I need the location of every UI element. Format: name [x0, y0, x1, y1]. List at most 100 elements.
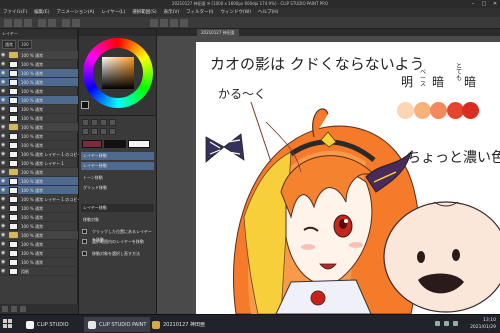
transform-icon[interactable] — [150, 19, 158, 27]
eye-icon[interactable]: ◉ — [1, 80, 7, 85]
tool-property-row[interactable]: クリックした位置にあるレイヤーを移動 — [81, 228, 154, 242]
fill-icon[interactable] — [72, 19, 80, 27]
eye-icon[interactable]: ◉ — [1, 134, 7, 139]
taskbar-app[interactable]: 20210127 神田亜 — [148, 317, 209, 332]
eye-icon[interactable]: ◉ — [1, 89, 7, 94]
layer-row[interactable]: ◉ 100 % 通常 — [0, 222, 78, 231]
tool-property-row[interactable]: 移動対象 — [81, 216, 154, 224]
eye-icon[interactable]: ◉ — [1, 224, 7, 229]
eye-icon[interactable]: ◉ — [1, 107, 7, 112]
clock[interactable]: 13:10 2021/01/29 — [470, 317, 496, 331]
menu-item[interactable]: 選択範囲(S) — [132, 8, 156, 17]
open-file-icon[interactable] — [14, 19, 22, 27]
eye-icon[interactable]: ◉ — [1, 269, 7, 274]
eye-icon[interactable]: ◉ — [1, 53, 7, 58]
checkbox[interactable] — [82, 239, 87, 244]
taskbar-app[interactable]: CLIP STUDIO PAINT — [84, 317, 151, 332]
layer-row[interactable]: ◉ 100 % 通常 — [0, 132, 78, 141]
menu-item[interactable]: 表示(V) — [164, 8, 180, 17]
layer-row[interactable]: ◉ 100 % 通常 — [0, 258, 78, 267]
layer-row[interactable]: ◉ 100 % 通常 — [0, 87, 78, 96]
clear-icon[interactable] — [62, 19, 70, 27]
layer-row[interactable]: ◉ 100 % 通常 — [0, 60, 78, 69]
layer-row[interactable]: ◉ 100 % 通常 — [0, 213, 78, 222]
tool-layer-icon[interactable] — [100, 119, 107, 126]
tool-grid-icon[interactable] — [109, 119, 116, 126]
tool-property-row[interactable]: レイヤー移動 — [81, 162, 154, 170]
menu-item[interactable]: 編集(E) — [34, 8, 49, 17]
eye-icon[interactable]: ◉ — [1, 197, 7, 202]
blend-mode-select[interactable]: 通常 — [2, 40, 16, 49]
menu-item[interactable]: フィルター(I) — [186, 8, 213, 17]
notification-icon[interactable] — [453, 321, 458, 326]
eye-icon[interactable]: ◉ — [1, 143, 7, 148]
layer-row[interactable]: ◉ 100 % 通常 — [0, 114, 78, 123]
canvas-paper[interactable]: カオの影は クドくならないよう かる〜く 明 ベース 暗 とても 暗 ちょっと濃… — [196, 42, 500, 314]
layer-row[interactable]: ◉ 用紙 — [0, 267, 78, 276]
new-layer-icon[interactable] — [2, 306, 8, 312]
snap-icon[interactable] — [180, 19, 188, 27]
eye-icon[interactable]: ◉ — [1, 71, 7, 76]
save-icon[interactable] — [24, 19, 32, 27]
layer-row[interactable]: ◉ 100 % 通常 — [0, 141, 78, 150]
layer-row[interactable]: ◉ 100 % 通常 — [0, 105, 78, 114]
new-folder-icon[interactable] — [11, 306, 17, 312]
layer-row[interactable]: ◉ 100 % 通常 レイヤー 1 — [0, 159, 78, 168]
tool-property-row[interactable]: 移動対象を選択し直す方法 — [81, 250, 154, 258]
eye-icon[interactable]: ◉ — [1, 98, 7, 103]
deselect-icon[interactable] — [160, 19, 168, 27]
layer-row[interactable]: ◉ 100 % 通常 — [0, 69, 78, 78]
layer-row[interactable]: ◉ 100 % 通常 レイヤー 1 のコピー — [0, 150, 81, 159]
layer-row[interactable]: ◉ 100 % 通常 レイヤー 1 のコピー — [0, 195, 81, 204]
layer-row[interactable]: ◉ 100 % 通常 — [0, 204, 78, 213]
eye-icon[interactable]: ◉ — [1, 62, 7, 67]
volume-icon[interactable] — [444, 321, 449, 326]
eye-icon[interactable]: ◉ — [1, 188, 7, 193]
eye-icon[interactable]: ◉ — [1, 170, 7, 175]
eye-icon[interactable]: ◉ — [1, 125, 7, 130]
layer-row[interactable]: ◉ 100 % 通常 — [0, 177, 78, 186]
canvas-tab[interactable]: 20210127 神田亜 — [197, 29, 239, 36]
layer-row[interactable]: ◉ 100 % 通常 — [0, 96, 78, 105]
layer-row[interactable]: ◉ 100 % 通常 — [0, 249, 78, 258]
maximize-button[interactable]: □ — [481, 0, 487, 8]
opacity-field[interactable]: 100 — [18, 40, 32, 49]
eye-icon[interactable]: ◉ — [1, 233, 7, 238]
saturation-value-square[interactable] — [102, 57, 134, 89]
menu-item[interactable]: ヘルプ(H) — [258, 8, 278, 17]
eye-icon[interactable]: ◉ — [1, 215, 7, 220]
transparent-color-chip[interactable] — [128, 140, 150, 148]
tool-property-row[interactable]: トーン移動 — [81, 174, 154, 182]
eye-icon[interactable]: ◉ — [1, 179, 7, 184]
tool-property-row[interactable]: 選択範囲内のレイヤーを移動 — [81, 238, 154, 246]
tool-pen-icon[interactable] — [100, 128, 107, 135]
layer-row[interactable]: ◉ 100 % 通常 — [0, 240, 78, 249]
menu-item[interactable]: ファイル(F) — [3, 8, 27, 17]
eye-icon[interactable]: ◉ — [1, 206, 7, 211]
layer-row[interactable]: ◉ 100 % 通常 — [0, 186, 78, 195]
main-color-chip[interactable] — [104, 140, 126, 148]
tool-select-icon[interactable] — [82, 128, 89, 135]
delete-layer-icon[interactable] — [20, 306, 26, 312]
taskbar-app[interactable]: CLIP STUDIO — [22, 317, 73, 332]
eye-icon[interactable]: ◉ — [1, 251, 7, 256]
tool-brush-icon[interactable] — [109, 128, 116, 135]
close-button[interactable]: ✕ — [492, 0, 498, 8]
tool-lasso-icon[interactable] — [91, 128, 98, 135]
menu-item[interactable]: ウィンドウ(W) — [221, 8, 251, 17]
eye-icon[interactable]: ◉ — [1, 116, 7, 121]
layer-folder-row[interactable]: ◉ 100 % 通常 — [0, 168, 78, 177]
redo-icon[interactable] — [48, 19, 56, 27]
eye-icon[interactable]: ◉ — [1, 242, 7, 247]
layer-folder-row[interactable]: ◉ 100 % 通常 — [0, 231, 78, 240]
checkbox[interactable] — [82, 229, 87, 234]
main-color-swatch[interactable] — [81, 101, 89, 109]
tool-property-row[interactable]: レイヤー移動 — [81, 204, 154, 212]
layer-folder-row[interactable]: ◉ 100 % 通常 — [0, 51, 78, 60]
new-file-icon[interactable] — [4, 19, 12, 27]
minimize-button[interactable]: – — [470, 0, 476, 8]
eye-icon[interactable]: ◉ — [1, 260, 7, 265]
tool-move-icon[interactable] — [91, 119, 98, 126]
layer-row[interactable]: ◉ 100 % 通常 — [0, 78, 78, 87]
menu-item[interactable]: レイヤー(L) — [101, 8, 125, 17]
